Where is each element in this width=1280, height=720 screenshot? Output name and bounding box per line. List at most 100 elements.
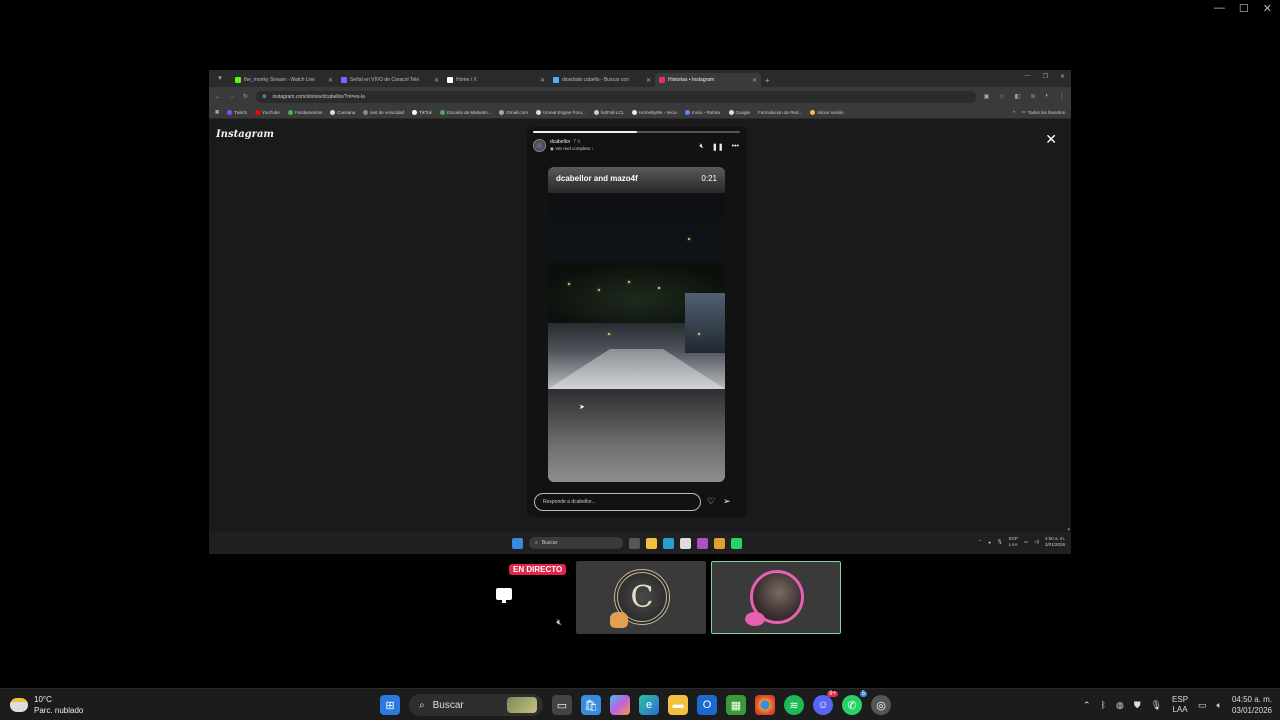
participant-tile-speaking[interactable] [711,561,841,634]
bookmark[interactable]: Formulacion de Red... [758,110,802,115]
spotify-icon[interactable]: ≋ [784,695,804,715]
url-field[interactable]: ⚙ instagram.com/stories/dcabellor/?ni=es… [256,90,976,103]
view-full-reel-link[interactable]: ◉ Ver reel completo › [550,146,593,152]
new-tab-icon[interactable]: + [765,76,770,85]
browser-tab[interactable]: Señal en VIVO de Caracol Tele ✕ [337,73,443,87]
close-tab-icon[interactable]: ✕ [752,77,757,84]
chrome-icon[interactable] [714,537,725,549]
extensions-icon[interactable]: ◧ [1015,93,1021,100]
close-icon[interactable]: ✕ [1263,2,1272,15]
maximize-icon[interactable]: ☐ [1239,2,1249,15]
edge-icon[interactable] [663,537,674,549]
browser-tab-active[interactable]: Historias • Instagram ✕ [655,73,761,87]
edge-icon[interactable]: e [639,695,659,715]
volume-icon[interactable]: ◁) [1034,539,1039,545]
chrome-icon[interactable] [755,695,775,715]
microphone-icon[interactable]: 🎙︎ [1151,700,1162,711]
bluetooth-icon[interactable]: ᛒ [1101,700,1106,710]
bookmark[interactable]: Escuela de Marketin... [439,109,491,115]
instagram-logo[interactable]: Instagram [216,129,274,140]
windows-icon[interactable] [512,537,523,549]
heart-icon[interactable]: ♡ [707,496,715,507]
bookmark[interactable]: Gmail.com [499,109,528,115]
windows-start-icon[interactable]: ⊞ [380,695,400,715]
bookmark[interactable]: Iniciar sesión [810,109,844,115]
forward-icon[interactable]: → [229,94,235,100]
star-icon[interactable]: ☆ [999,93,1004,100]
reply-input[interactable]: Responde a dcabellor... [534,493,701,511]
back-icon[interactable]: ← [215,94,221,100]
profile-icon[interactable]: ◐ [1045,93,1049,100]
browser-tab[interactable]: the_monky Stream - Watch Live ✕ [231,73,337,87]
outlook-icon[interactable]: O [697,695,717,715]
bookmark[interactable]: Cuevana [330,109,355,115]
language-indicator[interactable]: ESP LAA [1172,695,1188,715]
weather-widget[interactable]: 10°C Parc. nublado [10,694,83,716]
minecraft-icon[interactable]: ▦ [726,695,746,715]
close-tab-icon[interactable]: ✕ [434,77,439,84]
all-bookmarks-folder[interactable]: ▭ Todos los favoritos [1021,109,1065,115]
bookmark[interactable]: fortFall LCL [593,109,624,115]
taskbar-search[interactable]: ⌕ Buscar [409,694,543,716]
bookmark[interactable]: TikTok [412,109,432,115]
network-icon[interactable]: ▭ [1198,700,1207,711]
site-info-icon[interactable]: ⚙ [262,94,266,100]
maximize-icon[interactable]: ❐ [1043,73,1048,80]
media-icon[interactable]: ≋ [1030,93,1035,100]
reload-icon[interactable]: ↻ [243,93,248,100]
close-story-icon[interactable]: ✕ [1045,131,1057,148]
story-username[interactable]: dcabellor [550,139,570,145]
whatsapp-icon[interactable]: ✆ 5 [842,691,867,715]
file-explorer-icon[interactable] [646,537,657,549]
minimize-icon[interactable]: — [1025,73,1031,80]
chevron-up-icon[interactable]: ⌃ [1083,700,1091,711]
mute-icon[interactable]: 🔇︎ [699,143,703,151]
avatar[interactable] [533,139,546,152]
menu-icon[interactable]: ⋮ [1059,93,1065,100]
cast-icon[interactable]: ▣ [984,93,990,100]
network-icon[interactable]: ▭ [1024,539,1028,545]
participant-tile[interactable]: C [576,561,706,634]
inner-language[interactable]: ESP LAA [1009,536,1018,548]
inner-clock[interactable]: 4:50 a. m. 3/01/2026 [1045,536,1065,548]
copilot-icon[interactable] [610,695,630,715]
minimize-icon[interactable]: — [1214,2,1225,15]
tray-app-icon[interactable]: ◍ [1116,700,1124,711]
discord-icon[interactable] [697,537,708,549]
task-view-icon[interactable] [629,537,640,549]
inner-search-box[interactable]: ⌕ Buscar [529,537,623,549]
microphone-icon[interactable]: 🎙︎ [997,539,1003,545]
bookmark[interactable]: Unreal Engine Foru... [535,109,586,115]
chevron-right-icon[interactable]: » [1013,109,1016,115]
whatsapp-icon[interactable] [731,537,742,549]
muted-speaker-icon[interactable]: 🔇︎ [556,617,562,628]
participant-tile-stream[interactable]: EN DIRECTO 🔇︎ [440,561,570,634]
bookmark[interactable]: test de velocidad [363,109,404,115]
browser-tab[interactable]: Home / X ✕ [443,73,549,87]
browser-tab[interactable]: diosdado cabello - Buscar con ✕ [549,73,655,87]
bookmark[interactable]: Twitch [227,109,247,115]
close-icon[interactable]: ✕ [1060,73,1065,80]
discord-icon[interactable]: ☺ 9+ [813,691,838,715]
bookmark[interactable]: Inicio - Roblox [685,109,721,115]
tray-icon[interactable]: ● [988,540,991,545]
clock[interactable]: 04:50 a. m. 03/01/2026 [1232,694,1272,716]
pause-icon[interactable]: ❚❚ [712,143,724,151]
reel-video[interactable]: dcabellor and mazo4f 0:21 ➤ [548,167,725,482]
defender-icon[interactable]: ⛊ [1134,700,1141,711]
store-icon[interactable] [680,537,691,549]
file-explorer-icon[interactable]: ▬ [668,695,688,715]
volume-icon[interactable]: 🔈︎ [1217,700,1222,711]
bookmark[interactable]: HomeByMe - Inicio [631,109,677,115]
send-icon[interactable]: ➢ [723,496,731,507]
chevron-up-icon[interactable]: ⌃ [979,539,983,545]
close-tab-icon[interactable]: ✕ [540,77,545,84]
app-icon[interactable]: ◎ [871,695,891,715]
apps-icon[interactable]: ▦ [215,109,219,115]
close-tab-icon[interactable]: ✕ [646,77,651,84]
task-view-icon[interactable]: ▭ [552,695,572,715]
bookmark[interactable]: Google [728,109,750,115]
tab-search-icon[interactable]: ▾ [215,74,225,84]
bookmark[interactable]: Fundamentos [287,109,322,115]
close-tab-icon[interactable]: ✕ [328,77,333,84]
